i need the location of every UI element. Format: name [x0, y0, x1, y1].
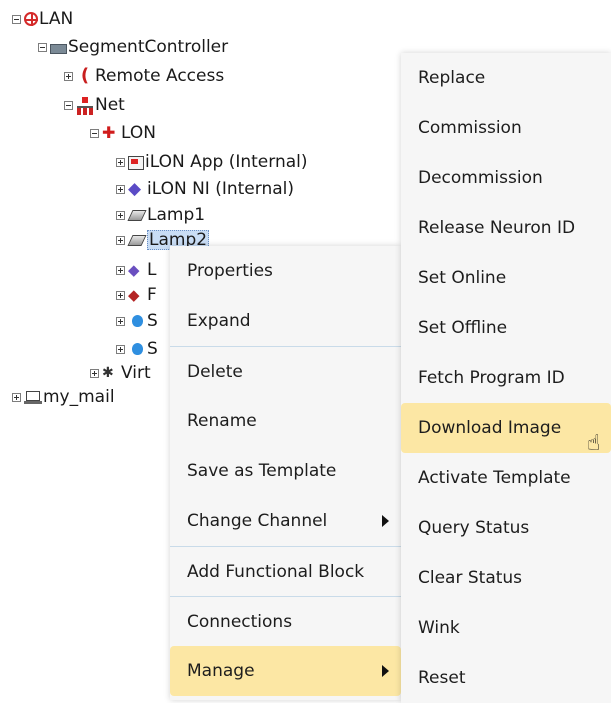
laptop-icon [24, 388, 42, 406]
submenu-item-set-offline[interactable]: Set Offline [401, 303, 611, 353]
tree-node-label: LAN [39, 9, 74, 29]
tree-node-lan[interactable]: LAN [12, 8, 73, 30]
expand-toggle-icon[interactable] [116, 290, 125, 300]
tree-node-device[interactable]: ◆ L [116, 259, 156, 281]
expand-toggle-icon[interactable] [90, 368, 99, 378]
expand-toggle-icon[interactable] [116, 157, 125, 167]
expand-toggle-icon[interactable] [116, 184, 125, 194]
menu-item-label: Manage [187, 661, 255, 681]
tree-node-label: Net [95, 95, 125, 115]
submenu-item-query-status[interactable]: Query Status [401, 503, 611, 553]
submenu-item-wink[interactable]: Wink [401, 603, 611, 653]
app-device-icon [128, 156, 144, 170]
menu-item-expand[interactable]: Expand [170, 296, 401, 346]
collapse-toggle-icon[interactable] [12, 14, 21, 24]
tree-node-label: my_mail [43, 387, 115, 407]
submenu-item-activate-template[interactable]: Activate Template [401, 453, 611, 503]
tree-node-label: L [147, 260, 157, 280]
menu-item-connections[interactable]: Connections [170, 596, 401, 646]
submenu-item-replace[interactable]: Replace [401, 53, 611, 103]
collapse-toggle-icon[interactable] [64, 100, 73, 110]
tree-node-remote-access[interactable]: ( Remote Access [64, 65, 224, 87]
tree-node-ilon-ni[interactable]: ◆ iLON NI (Internal) [116, 178, 294, 200]
tree-node-lamp1[interactable]: Lamp1 [116, 204, 205, 226]
tree-node-label: Lamp1 [147, 205, 206, 225]
lamp-device-icon [128, 231, 146, 249]
collapse-toggle-icon[interactable] [90, 128, 99, 138]
expand-toggle-icon[interactable] [116, 344, 125, 354]
tree-node-ilon-app[interactable]: iLON App (Internal) [116, 151, 308, 173]
manage-submenu: Replace Commission Decommission Release … [401, 53, 611, 703]
tree-node-device[interactable]: S [116, 338, 158, 360]
tree-node-label: Virt [121, 363, 151, 383]
tree-node-label: iLON App (Internal) [145, 152, 308, 172]
lamp-device-icon [128, 206, 146, 224]
tree-node-segmentcontroller[interactable]: SegmentController [38, 36, 228, 58]
expand-toggle-icon[interactable] [116, 235, 125, 245]
menu-item-label: Change Channel [187, 511, 328, 531]
menu-item-delete[interactable]: Delete [170, 346, 401, 396]
tree-node-label: iLON NI (Internal) [147, 179, 295, 199]
red-device-icon: ◆ [128, 286, 140, 304]
purple-device-icon: ◆ [128, 261, 140, 279]
tree-node-my-mail[interactable]: my_mail [12, 386, 115, 408]
tree-node-lon[interactable]: ✚ LON [90, 122, 156, 144]
tree-node-label: F [147, 285, 157, 305]
segment-controller-icon [50, 44, 67, 54]
expand-toggle-icon[interactable] [64, 71, 73, 81]
expand-toggle-icon[interactable] [12, 392, 21, 402]
submenu-item-commission[interactable]: Commission [401, 103, 611, 153]
remote-access-icon: ( [80, 65, 90, 86]
collapse-toggle-icon[interactable] [38, 42, 47, 52]
hand-pointer-icon: ☝ [587, 431, 601, 456]
tree-node-label: SegmentController [68, 37, 229, 57]
network-icon [76, 96, 94, 115]
submenu-item-set-online[interactable]: Set Online [401, 253, 611, 303]
ni-device-icon: ◆ [128, 179, 142, 199]
submenu-item-clear-status[interactable]: Clear Status [401, 553, 611, 603]
tree-node-device[interactable]: S [116, 310, 158, 332]
expand-toggle-icon[interactable] [116, 210, 125, 220]
submenu-item-reset[interactable]: Reset [401, 653, 611, 703]
menu-item-properties[interactable]: Properties [170, 246, 401, 296]
submenu-arrow-icon [382, 515, 389, 527]
tree-node-label: S [147, 311, 158, 331]
menu-item-add-functional-block[interactable]: Add Functional Block [170, 546, 401, 596]
submenu-arrow-icon [382, 665, 389, 677]
tree-node-label: S [147, 339, 158, 359]
lon-channel-icon: ✚ [102, 123, 116, 142]
menu-item-save-as-template[interactable]: Save as Template [170, 446, 401, 496]
expand-toggle-icon[interactable] [116, 265, 125, 275]
globe-icon [24, 12, 38, 26]
blue-drop-icon [128, 312, 146, 330]
submenu-item-decommission[interactable]: Decommission [401, 153, 611, 203]
tree-node-label: LON [121, 123, 156, 143]
context-menu: Properties Expand Delete Rename Save as … [170, 246, 401, 700]
tree-node-label: Remote Access [95, 66, 225, 86]
expand-toggle-icon[interactable] [116, 316, 125, 326]
tree-node-virtual[interactable]: ✱ Virt [90, 362, 151, 384]
tree-node-net[interactable]: Net [64, 94, 125, 116]
submenu-item-release-neuron-id[interactable]: Release Neuron ID [401, 203, 611, 253]
virtual-device-icon: ✱ [102, 365, 114, 381]
menu-item-manage[interactable]: Manage [170, 646, 401, 696]
submenu-item-download-image[interactable]: Download Image [401, 403, 611, 453]
menu-item-rename[interactable]: Rename [170, 396, 401, 446]
tree-node-device[interactable]: ◆ F [116, 284, 157, 306]
blue-drop-icon [128, 340, 146, 358]
submenu-item-fetch-program-id[interactable]: Fetch Program ID [401, 353, 611, 403]
menu-item-change-channel[interactable]: Change Channel [170, 496, 401, 546]
